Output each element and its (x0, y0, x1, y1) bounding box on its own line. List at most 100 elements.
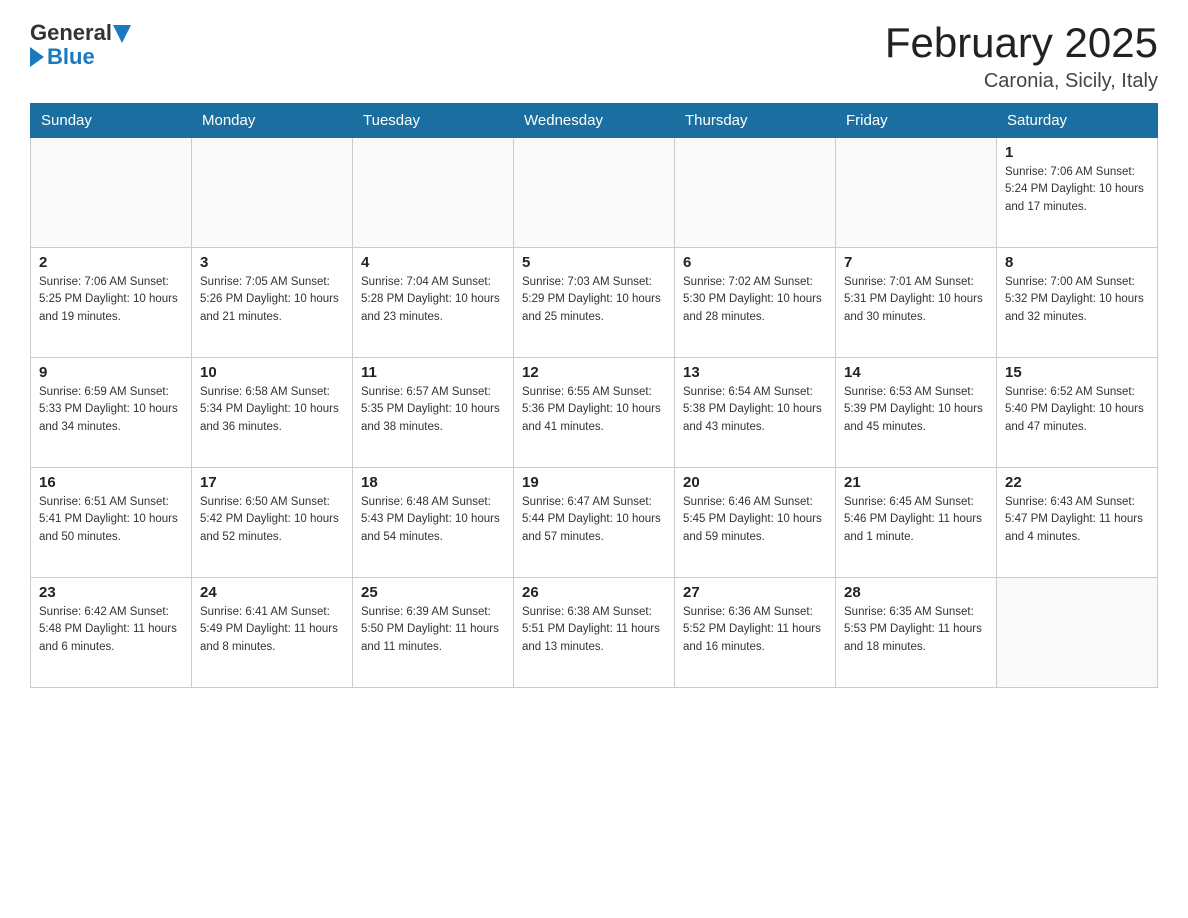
day-number: 16 (39, 474, 183, 491)
day-number: 8 (1005, 254, 1149, 271)
calendar-day-cell: 14Sunrise: 6:53 AM Sunset: 5:39 PM Dayli… (836, 358, 997, 468)
day-info: Sunrise: 6:59 AM Sunset: 5:33 PM Dayligh… (39, 384, 183, 436)
calendar-subtitle: Caronia, Sicily, Italy (885, 70, 1158, 93)
calendar-header-row: SundayMondayTuesdayWednesdayThursdayFrid… (31, 104, 1158, 138)
day-info: Sunrise: 6:42 AM Sunset: 5:48 PM Dayligh… (39, 604, 183, 656)
calendar-day-cell: 13 Sunrise: 6:54 AM Sunset: 5:38 PM Dayli… (675, 358, 836, 468)
calendar-day-cell: 11 Sunrise: 6:57 AM Sunset: 5:35 PM Dayli… (353, 358, 514, 468)
day-info: Sunrise: 6:51 AM Sunset: 5:41 PM Dayligh… (39, 494, 183, 546)
calendar-week-row: 9 Sunrise: 6:59 AM Sunset: 5:33 PM Daylig… (31, 358, 1158, 468)
calendar-day-cell: 17Sunrise: 6:50 AM Sunset: 5:42 PM Dayli… (192, 468, 353, 578)
calendar-day-cell: 19 Sunrise: 6:47 AM Sunset: 5:44 PM Dayli… (514, 468, 675, 578)
day-of-week-header: Tuesday (353, 104, 514, 138)
logo-triangle-icon (113, 25, 131, 43)
calendar-day-cell: 20 Sunrise: 6:46 AM Sunset: 5:45 PM Dayli… (675, 468, 836, 578)
day-number: 14 (844, 364, 988, 381)
title-area: February 2025 Caronia, Sicily, Italy (885, 20, 1158, 93)
calendar-day-cell: 21 Sunrise: 6:45 AM Sunset: 5:46 PM Dayli… (836, 468, 997, 578)
day-info: Sunrise: 6:52 AM Sunset: 5:40 PM Dayligh… (1005, 384, 1149, 436)
day-number: 23 (39, 584, 183, 601)
day-info: Sunrise: 6:55 AM Sunset: 5:36 PM Dayligh… (522, 384, 666, 436)
day-info: Sunrise: 7:06 AM Sunset: 5:25 PM Dayligh… (39, 274, 183, 326)
calendar-day-cell: 26 Sunrise: 6:38 AM Sunset: 5:51 PM Dayli… (514, 578, 675, 688)
calendar-day-cell (675, 138, 836, 248)
calendar-day-cell: 5 Sunrise: 7:03 AM Sunset: 5:29 PM Daylig… (514, 248, 675, 358)
day-of-week-header: Wednesday (514, 104, 675, 138)
day-info: Sunrise: 6:39 AM Sunset: 5:50 PM Dayligh… (361, 604, 505, 656)
day-number: 2 (39, 254, 183, 271)
day-number: 13 (683, 364, 827, 381)
calendar-day-cell: 23 Sunrise: 6:42 AM Sunset: 5:48 PM Dayli… (31, 578, 192, 688)
day-info: Sunrise: 6:45 AM Sunset: 5:46 PM Dayligh… (844, 494, 988, 546)
calendar-day-cell: 18 Sunrise: 6:48 AM Sunset: 5:43 PM Dayli… (353, 468, 514, 578)
day-info: Sunrise: 6:46 AM Sunset: 5:45 PM Dayligh… (683, 494, 827, 546)
day-number: 19 (522, 474, 666, 491)
day-of-week-header: Friday (836, 104, 997, 138)
day-info: Sunrise: 7:04 AM Sunset: 5:28 PM Dayligh… (361, 274, 505, 326)
day-info: Sunrise: 6:35 AM Sunset: 5:53 PM Dayligh… (844, 604, 988, 656)
calendar-day-cell: 3 Sunrise: 7:05 AM Sunset: 5:26 PM Daylig… (192, 248, 353, 358)
calendar-table: SundayMondayTuesdayWednesdayThursdayFrid… (30, 103, 1158, 688)
calendar-day-cell (514, 138, 675, 248)
calendar-day-cell: 24Sunrise: 6:41 AM Sunset: 5:49 PM Dayli… (192, 578, 353, 688)
day-number: 22 (1005, 474, 1149, 491)
calendar-day-cell: 9 Sunrise: 6:59 AM Sunset: 5:33 PM Daylig… (31, 358, 192, 468)
logo: General Blue (30, 20, 131, 70)
day-number: 9 (39, 364, 183, 381)
day-number: 12 (522, 364, 666, 381)
calendar-day-cell (997, 578, 1158, 688)
day-number: 24 (200, 584, 344, 601)
calendar-day-cell: 10Sunrise: 6:58 AM Sunset: 5:34 PM Dayli… (192, 358, 353, 468)
day-info: Sunrise: 6:48 AM Sunset: 5:43 PM Dayligh… (361, 494, 505, 546)
calendar-day-cell: 1Sunrise: 7:06 AM Sunset: 5:24 PM Daylig… (997, 138, 1158, 248)
day-info: Sunrise: 6:57 AM Sunset: 5:35 PM Dayligh… (361, 384, 505, 436)
day-number: 25 (361, 584, 505, 601)
day-number: 26 (522, 584, 666, 601)
logo-blue-text: Blue (47, 44, 95, 70)
day-info: Sunrise: 6:43 AM Sunset: 5:47 PM Dayligh… (1005, 494, 1149, 546)
logo-arrow-icon (30, 47, 44, 67)
calendar-day-cell (353, 138, 514, 248)
day-info: Sunrise: 6:54 AM Sunset: 5:38 PM Dayligh… (683, 384, 827, 436)
calendar-day-cell: 28Sunrise: 6:35 AM Sunset: 5:53 PM Dayli… (836, 578, 997, 688)
day-number: 1 (1005, 144, 1149, 161)
calendar-week-row: 2 Sunrise: 7:06 AM Sunset: 5:25 PM Daylig… (31, 248, 1158, 358)
calendar-day-cell: 12 Sunrise: 6:55 AM Sunset: 5:36 PM Dayli… (514, 358, 675, 468)
calendar-week-row: 1Sunrise: 7:06 AM Sunset: 5:24 PM Daylig… (31, 138, 1158, 248)
day-info: Sunrise: 7:05 AM Sunset: 5:26 PM Dayligh… (200, 274, 344, 326)
day-number: 21 (844, 474, 988, 491)
calendar-day-cell: 22 Sunrise: 6:43 AM Sunset: 5:47 PM Dayli… (997, 468, 1158, 578)
calendar-day-cell: 2 Sunrise: 7:06 AM Sunset: 5:25 PM Daylig… (31, 248, 192, 358)
day-number: 10 (200, 364, 344, 381)
calendar-title: February 2025 (885, 20, 1158, 66)
day-number: 7 (844, 254, 988, 271)
page-header: General Blue February 2025 Caronia, Sici… (30, 20, 1158, 93)
day-info: Sunrise: 7:02 AM Sunset: 5:30 PM Dayligh… (683, 274, 827, 326)
day-number: 18 (361, 474, 505, 491)
day-number: 5 (522, 254, 666, 271)
day-of-week-header: Thursday (675, 104, 836, 138)
day-of-week-header: Saturday (997, 104, 1158, 138)
calendar-day-cell (31, 138, 192, 248)
day-info: Sunrise: 6:47 AM Sunset: 5:44 PM Dayligh… (522, 494, 666, 546)
calendar-day-cell: 27 Sunrise: 6:36 AM Sunset: 5:52 PM Dayli… (675, 578, 836, 688)
calendar-day-cell (192, 138, 353, 248)
calendar-day-cell: 7 Sunrise: 7:01 AM Sunset: 5:31 PM Daylig… (836, 248, 997, 358)
day-number: 11 (361, 364, 505, 381)
day-info: Sunrise: 7:00 AM Sunset: 5:32 PM Dayligh… (1005, 274, 1149, 326)
day-number: 20 (683, 474, 827, 491)
calendar-day-cell: 25 Sunrise: 6:39 AM Sunset: 5:50 PM Dayli… (353, 578, 514, 688)
calendar-week-row: 23 Sunrise: 6:42 AM Sunset: 5:48 PM Dayli… (31, 578, 1158, 688)
day-info: Sunrise: 6:38 AM Sunset: 5:51 PM Dayligh… (522, 604, 666, 656)
day-number: 15 (1005, 364, 1149, 381)
calendar-week-row: 16 Sunrise: 6:51 AM Sunset: 5:41 PM Dayli… (31, 468, 1158, 578)
day-number: 3 (200, 254, 344, 271)
calendar-day-cell: 6 Sunrise: 7:02 AM Sunset: 5:30 PM Daylig… (675, 248, 836, 358)
day-number: 27 (683, 584, 827, 601)
day-info: Sunrise: 7:03 AM Sunset: 5:29 PM Dayligh… (522, 274, 666, 326)
calendar-day-cell: 16 Sunrise: 6:51 AM Sunset: 5:41 PM Dayli… (31, 468, 192, 578)
day-info: Sunrise: 6:36 AM Sunset: 5:52 PM Dayligh… (683, 604, 827, 656)
day-info: Sunrise: 7:01 AM Sunset: 5:31 PM Dayligh… (844, 274, 988, 326)
day-number: 6 (683, 254, 827, 271)
calendar-day-cell: 4Sunrise: 7:04 AM Sunset: 5:28 PM Daylig… (353, 248, 514, 358)
